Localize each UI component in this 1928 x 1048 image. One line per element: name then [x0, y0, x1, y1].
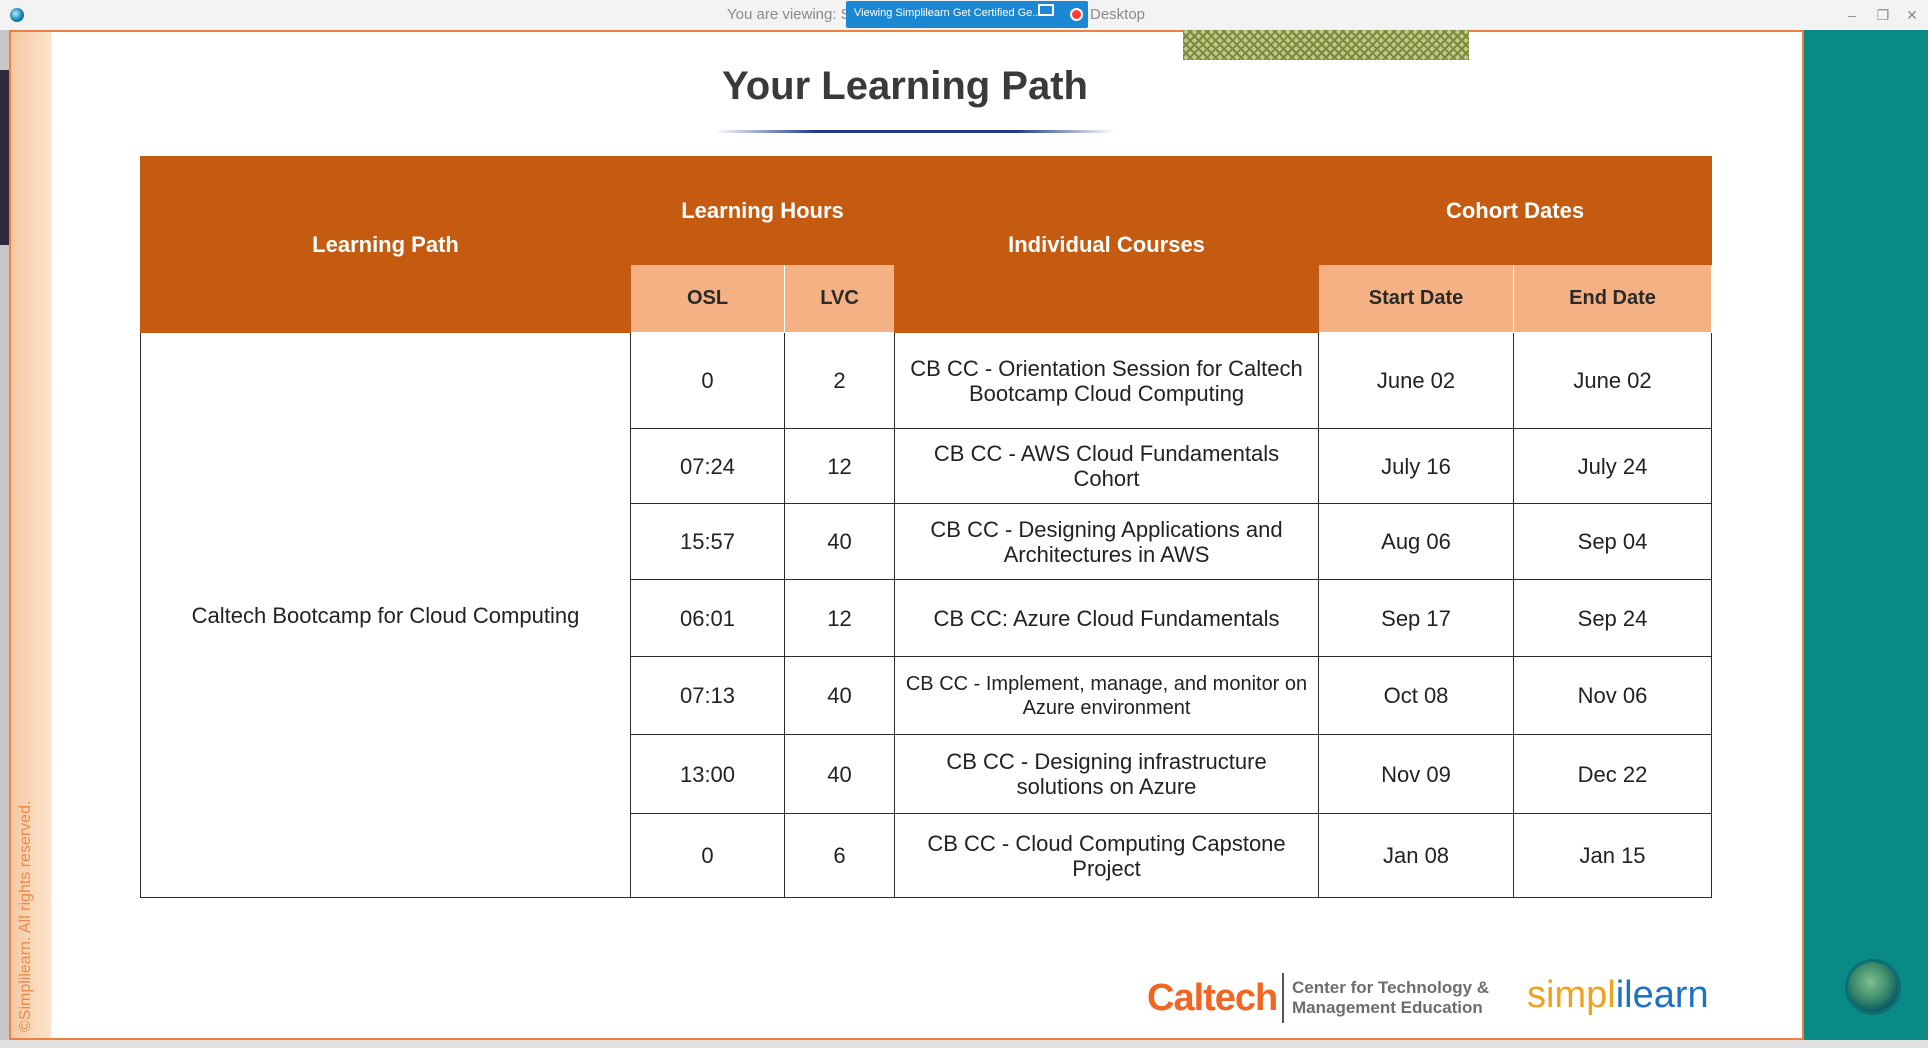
window-title-bar: You are viewing: S Desktop Viewing Simpl… — [0, 0, 1928, 31]
screen-share-indicator[interactable]: Viewing Simplilearn Get Certified Ge... — [846, 1, 1088, 28]
table-row: Caltech Bootcamp for Cloud Computing 0 2… — [140, 332, 1713, 898]
viewing-status: You are viewing: S Desktop — [727, 6, 1145, 23]
start-date-cell: Oct 08 — [1318, 656, 1515, 735]
header-start-date: Start Date — [1318, 264, 1515, 333]
course-cell: CB CC - Implement, manage, and monitor o… — [894, 656, 1320, 735]
end-date-cell: July 24 — [1513, 428, 1713, 504]
course-cell: CB CC - Orientation Session for Caltech … — [894, 332, 1320, 429]
osl-cell: 13:00 — [630, 734, 785, 814]
viewing-suffix: Desktop — [1090, 6, 1146, 23]
close-button[interactable]: ✕ — [1901, 4, 1923, 26]
hatched-overlay — [1183, 30, 1469, 60]
maximize-button[interactable]: ❐ — [1872, 4, 1894, 26]
lvc-cell: 12 — [783, 579, 896, 657]
chat-bubble-icon[interactable] — [1848, 962, 1898, 1012]
course-cell: CB CC - AWS Cloud Fundamentals Cohort — [894, 428, 1320, 504]
header-lvc: LVC — [783, 264, 896, 333]
osl-cell: 06:01 — [630, 579, 785, 657]
header-osl: OSL — [630, 264, 785, 333]
copyright-text: ©Simplilearn. All rights reserved. — [17, 800, 34, 1032]
osl-cell: 15:57 — [630, 503, 785, 580]
osl-cell: 0 — [630, 813, 785, 898]
lvc-cell: 40 — [783, 734, 896, 814]
caltech-subtitle: Center for Technology & Management Educa… — [1292, 978, 1489, 1018]
end-date-cell: Sep 24 — [1513, 579, 1713, 657]
simplilearn-logo: simplilearn — [1527, 974, 1709, 1017]
end-date-cell: Nov 06 — [1513, 656, 1713, 735]
osl-cell: 07:13 — [630, 656, 785, 735]
table-header-row: Learning Path Learning Hours Individual … — [140, 156, 1713, 333]
lvc-cell: 40 — [783, 503, 896, 580]
start-date-cell: July 16 — [1318, 428, 1515, 504]
caltech-subtitle-line1: Center for Technology & — [1292, 978, 1490, 997]
viewing-prefix: You are viewing: S — [727, 6, 851, 23]
caltech-logo: Caltech — [1147, 977, 1278, 1019]
header-learning-hours: Learning Hours — [629, 156, 896, 265]
title-underline — [715, 130, 1115, 133]
end-date-cell: June 02 — [1513, 332, 1713, 429]
monitor-icon[interactable] — [1038, 4, 1054, 16]
osl-cell: 07:24 — [630, 428, 785, 504]
start-date-cell: Jan 08 — [1318, 813, 1515, 898]
learning-path-name: Caltech Bootcamp for Cloud Computing — [140, 332, 631, 898]
start-date-cell: Sep 17 — [1318, 579, 1515, 657]
start-date-cell: Nov 09 — [1318, 734, 1515, 814]
end-date-cell: Jan 15 — [1513, 813, 1713, 898]
header-learning-path: Learning Path — [140, 156, 631, 333]
app-icon — [10, 8, 24, 22]
learning-path-table: Learning Path Learning Hours Individual … — [140, 156, 1713, 898]
header-end-date: End Date — [1513, 264, 1713, 333]
osl-cell: 0 — [630, 332, 785, 429]
left-edge-dark-block — [0, 70, 9, 245]
start-date-cell: June 02 — [1318, 332, 1515, 429]
end-date-cell: Sep 04 — [1513, 503, 1713, 580]
lvc-cell: 6 — [783, 813, 896, 898]
course-cell: CB CC - Cloud Computing Capstone Project — [894, 813, 1320, 898]
stop-share-icon[interactable] — [1070, 8, 1083, 21]
header-individual-courses: Individual Courses — [894, 156, 1320, 333]
share-label: Viewing Simplilearn Get Certified Ge... — [854, 7, 1042, 19]
lvc-cell: 40 — [783, 656, 896, 735]
header-cohort-dates: Cohort Dates — [1318, 156, 1713, 265]
course-cell: CB CC - Designing Applications and Archi… — [894, 503, 1320, 580]
caltech-subtitle-line2: Management Education — [1292, 998, 1483, 1017]
page-title: Your Learning Path — [722, 64, 1088, 108]
start-date-cell: Aug 06 — [1318, 503, 1515, 580]
left-edge-panel — [0, 30, 9, 1042]
end-date-cell: Dec 22 — [1513, 734, 1713, 814]
bottom-edge-bar — [0, 1040, 1928, 1048]
course-cell: CB CC - Designing infrastructure solutio… — [894, 734, 1320, 814]
simplilearn-logo-part2: ilearn — [1615, 974, 1709, 1016]
logo-divider — [1282, 973, 1284, 1023]
minimize-button[interactable]: – — [1841, 4, 1863, 26]
lvc-cell: 2 — [783, 332, 896, 429]
lvc-cell: 12 — [783, 428, 896, 504]
right-side-panel — [1804, 30, 1928, 1042]
simplilearn-logo-part1: simpl — [1527, 974, 1616, 1016]
course-cell: CB CC: Azure Cloud Fundamentals — [894, 579, 1320, 657]
